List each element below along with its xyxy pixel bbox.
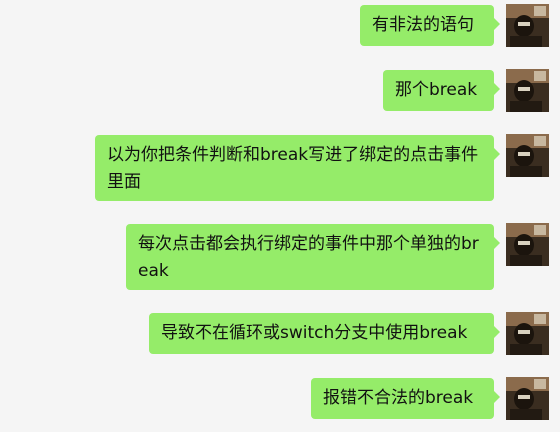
message-bubble[interactable]: 导致不在循环或switch分支中使用break [149,313,500,354]
message-text: 导致不在循环或switch分支中使用break [161,323,468,343]
message-text: 每次点击都会执行绑定的事件中那个单独的break [138,234,479,281]
chat-message-list: 有非法的语句 那个break 以为你把条件判断和break写进了绑定的点击事件里… [0,0,560,432]
message-bubble[interactable]: 以为你把条件判断和break写进了绑定的点击事件里面 [95,135,500,201]
user-avatar-icon[interactable] [506,134,549,177]
message-text: 那个break [395,80,478,100]
message-text: 报错不合法的break [323,388,474,408]
message-text: 以为你把条件判断和break写进了绑定的点击事件里面 [107,145,479,192]
message-bubble[interactable]: 有非法的语句 [360,5,500,46]
user-avatar-icon[interactable] [506,312,549,355]
user-avatar-icon[interactable] [506,4,549,47]
user-avatar-icon[interactable] [506,223,549,266]
user-avatar-icon[interactable] [506,377,549,420]
message-bubble[interactable]: 报错不合法的break [311,378,500,419]
message-text: 有非法的语句 [372,15,474,35]
user-avatar-icon[interactable] [506,69,549,112]
message-bubble[interactable]: 那个break [383,70,500,111]
message-bubble[interactable]: 每次点击都会执行绑定的事件中那个单独的break [126,224,500,290]
